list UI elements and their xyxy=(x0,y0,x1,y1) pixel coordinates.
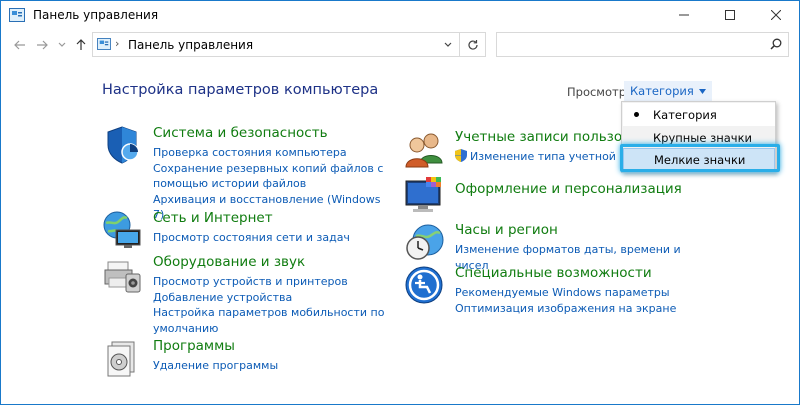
refresh-button[interactable] xyxy=(459,33,486,56)
link-add-device[interactable]: Добавление устройства xyxy=(153,290,393,306)
control-panel-icon xyxy=(9,8,25,22)
accessibility-icon[interactable] xyxy=(404,265,444,305)
category-hardware-sound: Оборудование и звук Просмотр устройств и… xyxy=(102,254,402,336)
shield-icon[interactable] xyxy=(102,125,142,165)
view-by-menu: Категория Крупные значки Мелкие значки xyxy=(620,101,780,173)
category-title[interactable]: Специальные возможности xyxy=(455,265,652,281)
category-title[interactable]: Оформление и персонализация xyxy=(455,181,682,197)
chevron-down-icon xyxy=(444,42,452,47)
arrow-up-icon xyxy=(76,39,86,50)
arrow-right-icon xyxy=(37,40,48,50)
maximize-icon xyxy=(725,10,735,20)
forward-button[interactable] xyxy=(33,36,51,54)
link-optimize-display[interactable]: Оптимизация изображения на экране xyxy=(455,301,695,317)
minimize-icon xyxy=(679,14,689,16)
breadcrumb-control-panel[interactable]: Панель управления xyxy=(128,38,253,52)
clock-globe-icon[interactable] xyxy=(404,222,444,262)
selected-bullet-icon xyxy=(634,112,639,117)
window-title: Панель управления xyxy=(33,8,159,22)
recent-locations-button[interactable] xyxy=(53,36,71,54)
control-panel-window: Панель управления › Панель управления На… xyxy=(0,0,800,405)
link-devices-printers[interactable]: Просмотр устройств и принтеров xyxy=(153,274,393,290)
search-input[interactable] xyxy=(501,36,761,53)
control-panel-icon xyxy=(97,38,111,50)
link-mobility-settings[interactable]: Настройка параметров мобильности по умол… xyxy=(153,305,393,336)
menu-item-category[interactable]: Категория xyxy=(623,103,775,126)
link-check-status[interactable]: Проверка состояния компьютера xyxy=(153,145,393,161)
category-title[interactable]: Система и безопасность xyxy=(153,125,328,141)
page-title: Настройка параметров компьютера xyxy=(102,82,379,98)
category-appearance: Оформление и персонализация xyxy=(404,175,704,215)
monitor-palette-icon[interactable] xyxy=(404,175,444,215)
programs-icon[interactable] xyxy=(102,338,142,378)
arrow-left-icon xyxy=(14,40,25,50)
category-clock-region: Часы и регион Изменение форматов даты, в… xyxy=(404,222,704,272)
link-file-history[interactable]: Сохранение резервных копий файлов с помо… xyxy=(153,161,393,192)
maximize-button[interactable] xyxy=(707,1,753,29)
link-uninstall-program[interactable]: Удаление программы xyxy=(153,358,393,374)
category-title[interactable]: Оборудование и звук xyxy=(153,254,305,270)
category-programs: Программы Удаление программы xyxy=(102,338,402,378)
category-title[interactable]: Сеть и Интернет xyxy=(153,210,273,226)
view-by-dropdown[interactable]: Категория xyxy=(624,81,712,101)
link-recommended-settings[interactable]: Рекомендуемые Windows параметры xyxy=(455,285,695,301)
category-network-internet: Сеть и Интернет Просмотр состояния сети … xyxy=(102,210,402,250)
refresh-icon xyxy=(468,39,478,50)
category-user-accounts: Учетные записи пользователей Изменение т… xyxy=(404,129,680,169)
menu-item-label: Категория xyxy=(653,107,717,122)
network-globe-icon[interactable] xyxy=(102,210,142,250)
close-button[interactable] xyxy=(753,1,799,29)
title-bar[interactable]: Панель управления xyxy=(1,1,799,29)
search-box[interactable] xyxy=(496,32,789,57)
category-system-security: Система и безопасность Проверка состояни… xyxy=(102,125,402,221)
minimize-button[interactable] xyxy=(661,1,707,29)
view-by-label: Просмотр: xyxy=(567,85,630,99)
uac-shield-icon xyxy=(455,149,467,162)
close-icon xyxy=(771,10,781,20)
view-by-value: Категория xyxy=(630,84,694,98)
caret-down-icon xyxy=(698,88,706,94)
breadcrumb-separator[interactable]: › xyxy=(115,37,119,50)
chevron-down-icon xyxy=(58,42,66,47)
menu-item-label: Крупные значки xyxy=(653,130,753,145)
link-network-status[interactable]: Просмотр состояния сети и задач xyxy=(153,230,393,246)
users-icon[interactable] xyxy=(404,129,444,169)
back-button[interactable] xyxy=(11,36,29,54)
search-icon[interactable] xyxy=(770,38,782,50)
printer-icon[interactable] xyxy=(102,254,142,294)
highlight-frame xyxy=(620,144,780,172)
up-button[interactable] xyxy=(72,36,90,54)
address-bar[interactable]: › Панель управления xyxy=(92,32,486,57)
category-title[interactable]: Часы и регион xyxy=(455,222,558,238)
category-accessibility: Специальные возможности Рекомендуемые Wi… xyxy=(404,265,704,315)
category-title[interactable]: Программы xyxy=(153,338,235,354)
address-dropdown-button[interactable] xyxy=(438,33,458,56)
